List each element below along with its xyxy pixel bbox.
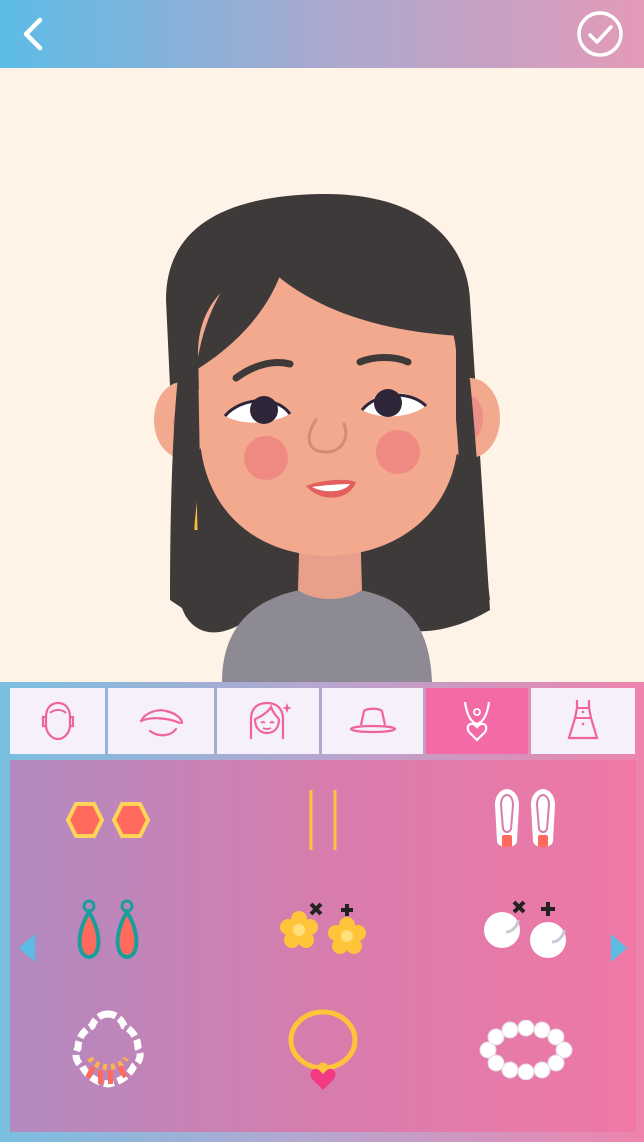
tab-outfit[interactable]	[531, 688, 635, 754]
hairstyle-icon	[249, 701, 292, 739]
accessory-grid	[10, 760, 636, 1132]
pearl-earrings-icon	[484, 900, 566, 958]
customization-panel	[0, 682, 644, 1142]
tab-hat[interactable]	[322, 688, 423, 754]
next-page-button[interactable]	[606, 928, 632, 968]
arrow-right-icon	[611, 934, 627, 962]
beaded-necklace-icon	[72, 1010, 144, 1088]
bar-earrings-icon	[309, 790, 337, 850]
flower-earrings-icon	[280, 902, 366, 954]
top-bar	[0, 0, 644, 68]
item-pearl-bracelet[interactable]	[446, 1000, 606, 1100]
avatar-cheek-right	[376, 430, 420, 474]
chevron-left-icon	[23, 17, 43, 51]
heart-pendant-necklace-icon	[288, 1009, 358, 1090]
tab-eyebrows[interactable]	[108, 688, 214, 754]
item-flower-earrings[interactable]	[243, 880, 403, 980]
tab-hairstyle[interactable]	[217, 688, 319, 754]
face-shape-icon	[41, 701, 74, 741]
drop-earrings-icon	[495, 789, 555, 847]
item-drop-earrings[interactable]	[446, 770, 606, 870]
hexagon-earrings-icon	[66, 802, 150, 838]
item-beaded-necklace[interactable]	[28, 1000, 188, 1100]
eyebrow-icon	[139, 709, 184, 737]
category-tabs	[10, 688, 636, 754]
teardrop-earrings-icon	[77, 899, 139, 959]
dress-icon	[567, 700, 599, 740]
avatar-canvas	[0, 68, 644, 682]
tab-face[interactable]	[10, 688, 105, 754]
necklace-icon	[463, 701, 491, 742]
avatar-illustration	[154, 193, 500, 682]
confirm-button[interactable]	[575, 9, 625, 59]
avatar-cheek-left	[244, 436, 288, 480]
pearl-bracelet-icon	[479, 1020, 573, 1080]
item-bar-earrings[interactable]	[243, 770, 403, 870]
back-button[interactable]	[8, 9, 58, 59]
item-pearl-earrings[interactable]	[446, 880, 606, 980]
item-teardrop-earrings[interactable]	[28, 880, 188, 980]
item-heart-pendant-necklace[interactable]	[243, 1000, 403, 1100]
tab-jewelry[interactable]	[426, 688, 528, 754]
item-hexagon-earrings[interactable]	[28, 770, 188, 870]
check-circle-icon	[577, 11, 623, 57]
hat-icon	[349, 707, 396, 734]
